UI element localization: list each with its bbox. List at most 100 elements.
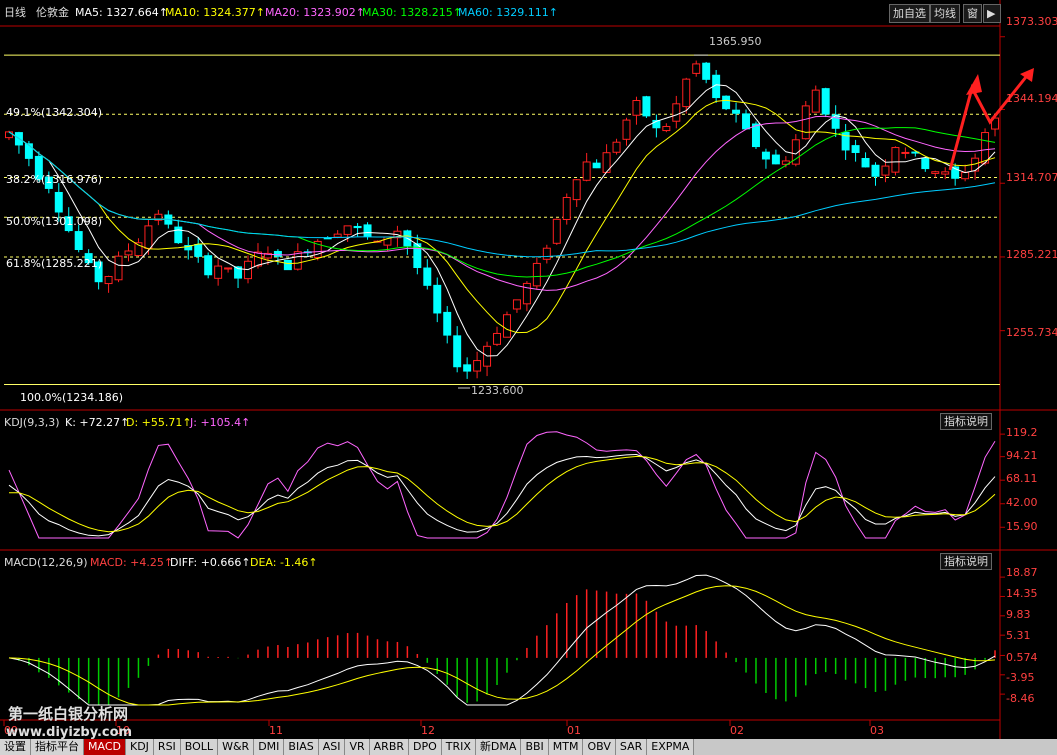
month-label-01: 01	[567, 724, 581, 737]
ma60-label: MA60: 1329.111↑	[458, 6, 558, 19]
trend-arrow-path	[948, 71, 1032, 171]
tab-obv[interactable]: OBV	[583, 739, 616, 755]
window-button[interactable]: 窗	[963, 4, 982, 23]
candle-body-49	[493, 332, 502, 345]
candle-body-76	[761, 151, 770, 160]
kdj-k-value: K: +72.27↑	[65, 416, 130, 429]
candle-body-0	[4, 131, 13, 139]
kdj-d-line	[8, 455, 996, 533]
exit-icon[interactable]: ▶	[983, 4, 1001, 23]
macd-diff-line	[8, 574, 996, 706]
candle-body-35	[353, 225, 362, 229]
tab-vr[interactable]: VR	[345, 739, 370, 755]
macd-tick-1: 18.87	[1006, 566, 1038, 579]
fib-label-50: 50.0%(1301.098)	[6, 215, 103, 228]
candle-body-68	[682, 78, 691, 108]
tab-kdj[interactable]: KDJ	[125, 739, 154, 755]
tab-w&r[interactable]: W&R	[218, 739, 255, 755]
watermark-url: www.diyizby.com	[6, 725, 133, 740]
candle-body-85	[851, 145, 860, 153]
candle-body-92	[921, 157, 930, 170]
candle-body-73	[732, 109, 741, 114]
candle-body-81	[811, 89, 820, 113]
tab-boll[interactable]: BOLL	[180, 739, 219, 755]
candle-body-82	[821, 88, 830, 115]
candle-body-36	[363, 224, 372, 237]
candle-body-34	[343, 225, 352, 235]
macd-tick-2: 14.35	[1006, 587, 1038, 600]
kdj-j-line	[8, 431, 996, 539]
candle-body-45	[453, 335, 462, 368]
macd-dea-line	[8, 585, 996, 706]
add-favorite-button[interactable]: 加自选	[889, 4, 930, 23]
period-label: 日线	[4, 6, 26, 19]
tab-指标平台[interactable]: 指标平台	[31, 739, 84, 755]
candle-body-12	[124, 250, 133, 256]
candle-body-75	[751, 123, 760, 148]
candle-body-72	[722, 95, 731, 110]
tab-bbi[interactable]: BBI	[521, 739, 549, 755]
candle-body-43	[433, 284, 442, 314]
macd-tick-6: -3.95	[1006, 671, 1035, 684]
candle-body-69	[692, 63, 701, 74]
kdj-j-value: J: +105.4↑	[190, 416, 251, 429]
tab-trix[interactable]: TRIX	[441, 739, 476, 755]
price-tick-1: 1373.303	[1006, 15, 1057, 28]
ma10-label: MA10: 1324.377↑	[165, 6, 265, 19]
candle-body-7	[74, 231, 83, 250]
candle-body-46	[463, 364, 472, 372]
tab-asi[interactable]: ASI	[318, 739, 346, 755]
kdj-tick-1: 119.2	[1006, 426, 1038, 439]
candle-body-89	[891, 147, 900, 173]
kdj-tick-3: 68.11	[1006, 472, 1038, 485]
moving-average-button[interactable]: 均线	[930, 4, 960, 23]
macd-tick-3: 9.83	[1006, 608, 1031, 621]
macd-dea-value: DEA: -1.46↑	[250, 556, 318, 569]
candle-body-61	[612, 141, 621, 153]
candle-body-52	[522, 282, 531, 305]
macd-tick-5: 0.574	[1006, 651, 1038, 664]
tab-设置[interactable]: 设置	[0, 739, 31, 755]
candle-body-28	[283, 259, 292, 271]
candle-body-25	[253, 251, 262, 267]
kdj-tick-2: 94.21	[1006, 449, 1038, 462]
candle-body-70	[702, 62, 711, 80]
price-tick-5: 1255.734	[1006, 326, 1057, 339]
candle-body-47	[473, 360, 482, 372]
fib-label-100: 100.0%(1234.186)	[20, 391, 124, 404]
price-tick-3: 1314.707	[1006, 171, 1057, 184]
tab-expma[interactable]: EXPMA	[647, 739, 695, 755]
candle-body-63	[632, 100, 641, 116]
macd-diff-value: DIFF: +0.666↑	[170, 556, 251, 569]
ma60-line	[8, 131, 996, 258]
candle-body-27	[273, 250, 282, 257]
candle-body-96	[961, 171, 970, 180]
candle-body-20	[204, 255, 213, 276]
tab-mtm[interactable]: MTM	[548, 739, 584, 755]
tab-rsi[interactable]: RSI	[153, 739, 181, 755]
kdj-tick-4: 42.00	[1006, 496, 1038, 509]
macd-help-button[interactable]: 指标说明	[940, 553, 992, 570]
candle-body-56	[562, 196, 571, 221]
candle-body-59	[592, 162, 601, 169]
instrument-label: 伦敦金	[36, 6, 69, 19]
tab-bias[interactable]: BIAS	[284, 739, 319, 755]
tab-macd[interactable]: MACD	[84, 739, 126, 755]
macd-value: MACD: +4.25↑	[90, 556, 174, 569]
candle-body-51	[512, 299, 521, 310]
candle-body-87	[871, 164, 880, 177]
tab-dmi[interactable]: DMI	[254, 739, 285, 755]
kdj-help-button[interactable]: 指标说明	[940, 413, 992, 430]
tab-dpo[interactable]: DPO	[409, 739, 442, 755]
macd-title: MACD(12,26,9)	[4, 556, 88, 569]
tab-arbr[interactable]: ARBR	[369, 739, 410, 755]
macd-tick-4: 5.31	[1006, 629, 1031, 642]
tab-新dma[interactable]: 新DMA	[475, 739, 522, 755]
candle-body-5	[54, 191, 63, 213]
tab-sar[interactable]: SAR	[615, 739, 648, 755]
candle-body-88	[881, 165, 890, 176]
price-chart-canvas[interactable]	[0, 0, 1057, 755]
price-tick-4: 1285.221	[1006, 248, 1057, 261]
candle-body-42	[423, 267, 432, 286]
ma20-label: MA20: 1323.902↑	[265, 6, 365, 19]
